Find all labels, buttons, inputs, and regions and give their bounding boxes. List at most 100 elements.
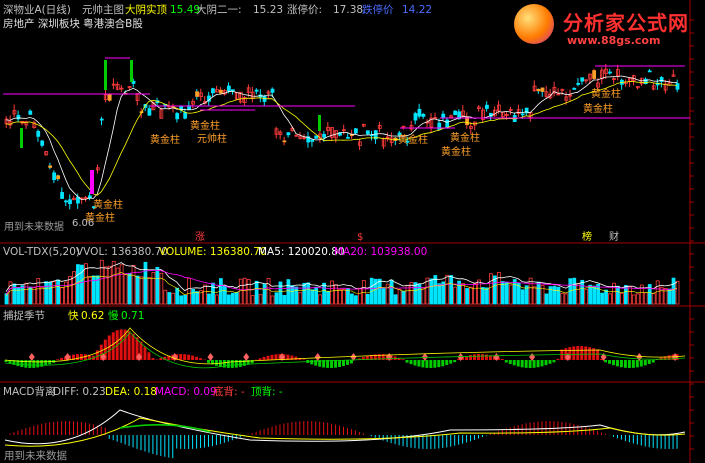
candle-body — [52, 172, 57, 181]
event-mark-cai[interactable]: 财 — [609, 232, 619, 243]
event-mark-s[interactable]: $ — [357, 232, 363, 243]
volume-bar — [381, 288, 386, 305]
macd-bottom-divergence: 底背: - — [213, 386, 245, 398]
volume-bar — [238, 278, 243, 305]
candle-body — [346, 136, 350, 139]
volume-bar — [671, 277, 676, 305]
volume-bar — [155, 266, 160, 305]
volume-bar — [326, 290, 330, 305]
volume-bar — [274, 292, 279, 305]
candle-body — [572, 88, 577, 90]
volume-bar — [183, 294, 188, 305]
candle-body — [413, 113, 418, 121]
candle-body — [286, 132, 291, 136]
volume-bar — [342, 288, 346, 305]
volume-bar — [20, 285, 25, 305]
volume-bar — [631, 294, 636, 305]
vol-ma5: MA5: 120020.80 — [258, 246, 345, 258]
candle-body — [36, 130, 41, 137]
volume-bar — [270, 295, 275, 305]
volume-bar — [508, 284, 513, 305]
volume-bar — [266, 278, 271, 305]
volume-bar — [627, 286, 632, 305]
volume-bar — [635, 293, 640, 305]
macd-future-data-label: 用到未来数据 — [4, 450, 67, 462]
volume-bar — [56, 279, 60, 305]
volume-bar — [504, 282, 509, 305]
volume-bar — [354, 295, 358, 305]
volume-bar — [306, 282, 311, 305]
macd-dea-line — [4, 417, 686, 447]
indicator-name[interactable]: 元帅主图 — [82, 4, 124, 16]
volume-bar — [512, 279, 517, 305]
volume-bar — [469, 286, 473, 305]
macd-indicator-name[interactable]: MACD背离 — [3, 386, 55, 398]
vol-volume: VOLUME: 136380.70 — [159, 246, 267, 258]
volume-bar — [211, 282, 215, 305]
volume-bar — [417, 283, 422, 305]
candle-body — [580, 77, 585, 82]
volume-bar — [230, 292, 235, 305]
capture-indicator-name[interactable]: 捕捉季节 — [3, 310, 45, 322]
volume-bar — [314, 286, 319, 305]
volume-bar — [651, 293, 656, 305]
candle-body — [365, 130, 370, 135]
volume-bar — [481, 287, 485, 305]
candle-body — [270, 88, 275, 93]
volume-bar — [179, 295, 184, 305]
volume-bar — [616, 285, 620, 305]
event-mark-zhang[interactable]: 涨 — [195, 232, 205, 243]
vol-indicator-name[interactable]: VOL-TDX(5,20) — [3, 246, 80, 258]
low-price-label: 6.06 — [72, 218, 95, 229]
volume-bar — [215, 294, 219, 305]
volume-bar — [76, 264, 80, 305]
volume-bar — [552, 286, 557, 305]
event-mark-bang[interactable]: 榜 — [582, 232, 592, 243]
volume-bar — [437, 283, 442, 305]
volume-bar — [667, 288, 672, 305]
candle-body — [421, 113, 426, 117]
volume-bar — [207, 293, 211, 305]
candle-body — [99, 118, 104, 121]
sector-line: 房地产 深圳板块 粤港澳合B股 — [3, 18, 143, 30]
volume-bar — [544, 293, 549, 305]
volume-bar — [536, 281, 541, 305]
volume-bar — [596, 283, 600, 305]
capture-diamond — [28, 353, 35, 361]
volume-bar — [564, 293, 569, 305]
logo-title: 分析家公式网 — [563, 11, 689, 35]
golden-bar-annotation: 黄金柱 — [190, 121, 220, 132]
volume-bar — [278, 281, 283, 305]
candle-body — [437, 122, 442, 131]
candle-body — [322, 133, 327, 138]
capture-diamond — [243, 353, 250, 361]
accent-bar — [104, 60, 107, 90]
volume-bar — [99, 259, 104, 305]
volume-bar — [588, 284, 593, 305]
candle-body — [147, 108, 152, 116]
volume-bar — [123, 274, 128, 305]
stock-label[interactable]: 深物业A(日线) — [3, 4, 71, 16]
volume-bar — [389, 279, 394, 305]
volume-bar — [12, 283, 17, 305]
volume-bar — [461, 283, 465, 305]
volume-bar — [608, 293, 612, 305]
candle-body — [60, 192, 64, 199]
candle-body — [282, 140, 287, 143]
volume-bar — [584, 288, 589, 305]
volume-bar — [147, 277, 152, 305]
candle-body — [107, 94, 112, 101]
volume-bar — [393, 294, 398, 305]
accent-bar — [90, 170, 94, 194]
limit-up-label: 涨停价: — [287, 4, 323, 16]
volume-bar — [445, 274, 450, 305]
candle-body — [441, 113, 446, 118]
volume-bar — [131, 265, 136, 305]
volume-bar — [655, 280, 660, 305]
volume-bar — [24, 282, 29, 305]
candle-body — [219, 89, 223, 94]
volume-bar — [318, 294, 323, 305]
candle-body — [64, 200, 68, 203]
candle-body — [230, 89, 235, 92]
candle-body — [536, 88, 541, 92]
